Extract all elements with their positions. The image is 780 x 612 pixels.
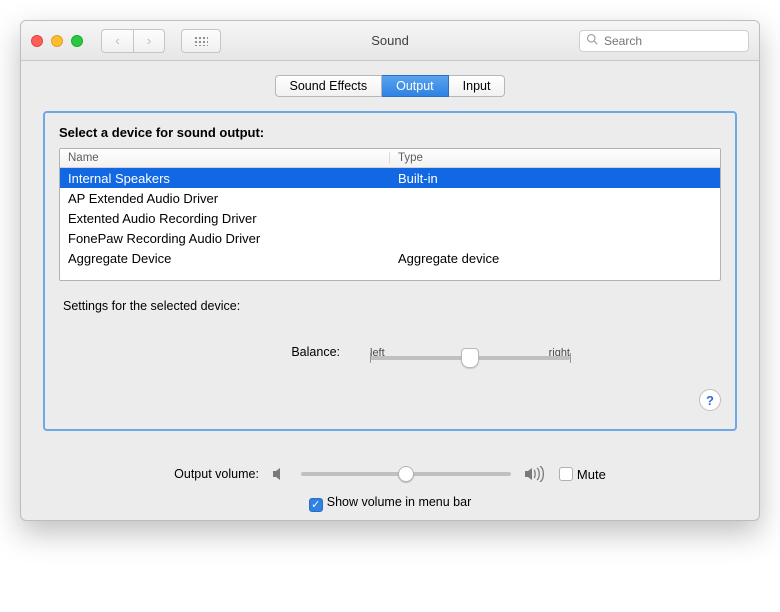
tab-sound-effects[interactable]: Sound Effects [275, 75, 383, 97]
balance-slider[interactable]: left right [370, 347, 570, 377]
zoom-window-button[interactable] [71, 35, 83, 47]
search-field[interactable] [579, 30, 749, 52]
device-name: FonePaw Recording Audio Driver [60, 231, 390, 246]
volume-thumb[interactable] [398, 466, 414, 482]
device-name: Aggregate Device [60, 251, 390, 266]
mute-label: Mute [577, 467, 606, 482]
column-header-type[interactable]: Type [390, 152, 720, 164]
device-row[interactable]: Internal Speakers Built-in [60, 168, 720, 188]
close-window-button[interactable] [31, 35, 43, 47]
show-in-menubar-control[interactable]: ✓ Show volume in menu bar [309, 495, 472, 509]
settings-label: Settings for the selected device: [63, 299, 721, 313]
device-row[interactable]: AP Extended Audio Driver [60, 188, 720, 208]
slider-tick [370, 353, 371, 363]
device-name: Extented Audio Recording Driver [60, 211, 390, 226]
balance-row: Balance: left right [59, 327, 721, 377]
mute-checkbox[interactable] [559, 467, 573, 481]
tab-output[interactable]: Output [382, 75, 449, 97]
back-button[interactable]: ‹ [101, 29, 133, 53]
volume-row: Output volume: Mute [43, 463, 737, 485]
device-row[interactable]: FonePaw Recording Audio Driver [60, 228, 720, 248]
menubar-row: ✓ Show volume in menu bar [43, 495, 737, 512]
volume-slider[interactable] [301, 463, 511, 485]
device-row[interactable]: Extented Audio Recording Driver [60, 208, 720, 228]
search-icon [586, 33, 598, 48]
nav-buttons: ‹ › [101, 29, 165, 53]
device-list-header: Name Type [60, 149, 720, 168]
forward-button[interactable]: › [133, 29, 165, 53]
device-name: Internal Speakers [60, 171, 390, 186]
panel-heading: Select a device for sound output: [59, 125, 721, 140]
speaker-max-icon [523, 466, 547, 482]
device-type: Built-in [390, 171, 720, 186]
chevron-right-icon: › [147, 33, 151, 48]
content-area: Sound Effects Output Input Select a devi… [21, 61, 759, 459]
balance-label: Balance: [210, 345, 340, 359]
minimize-window-button[interactable] [51, 35, 63, 47]
search-input[interactable] [602, 33, 760, 49]
titlebar: ‹ › Sound [21, 21, 759, 61]
grid-icon [194, 36, 208, 46]
help-icon: ? [706, 393, 714, 408]
balance-thumb[interactable] [461, 348, 479, 368]
device-row[interactable]: Aggregate Device Aggregate device [60, 248, 720, 268]
device-type: Aggregate device [390, 251, 720, 266]
window-controls [31, 35, 83, 47]
menubar-checkbox[interactable]: ✓ [309, 498, 323, 512]
column-header-name[interactable]: Name [60, 152, 390, 164]
help-button[interactable]: ? [699, 389, 721, 411]
chevron-left-icon: ‹ [115, 33, 119, 48]
show-all-button[interactable] [181, 29, 221, 53]
speaker-min-icon [271, 466, 289, 482]
device-name: AP Extended Audio Driver [60, 191, 390, 206]
help-area: ? [59, 389, 721, 411]
tab-input[interactable]: Input [449, 75, 506, 97]
mute-control[interactable]: Mute [559, 467, 606, 482]
device-list[interactable]: Name Type Internal Speakers Built-in AP … [59, 148, 721, 281]
volume-label: Output volume: [174, 467, 259, 481]
menubar-label: Show volume in menu bar [327, 495, 472, 509]
footer: Output volume: Mute ✓ Show volume in menu… [21, 459, 759, 520]
slider-tick [570, 353, 571, 363]
output-panel: Select a device for sound output: Name T… [43, 111, 737, 431]
sound-prefs-window: ‹ › Sound Sound Effects Output Input Sel… [20, 20, 760, 521]
tab-bar: Sound Effects Output Input [43, 75, 737, 97]
